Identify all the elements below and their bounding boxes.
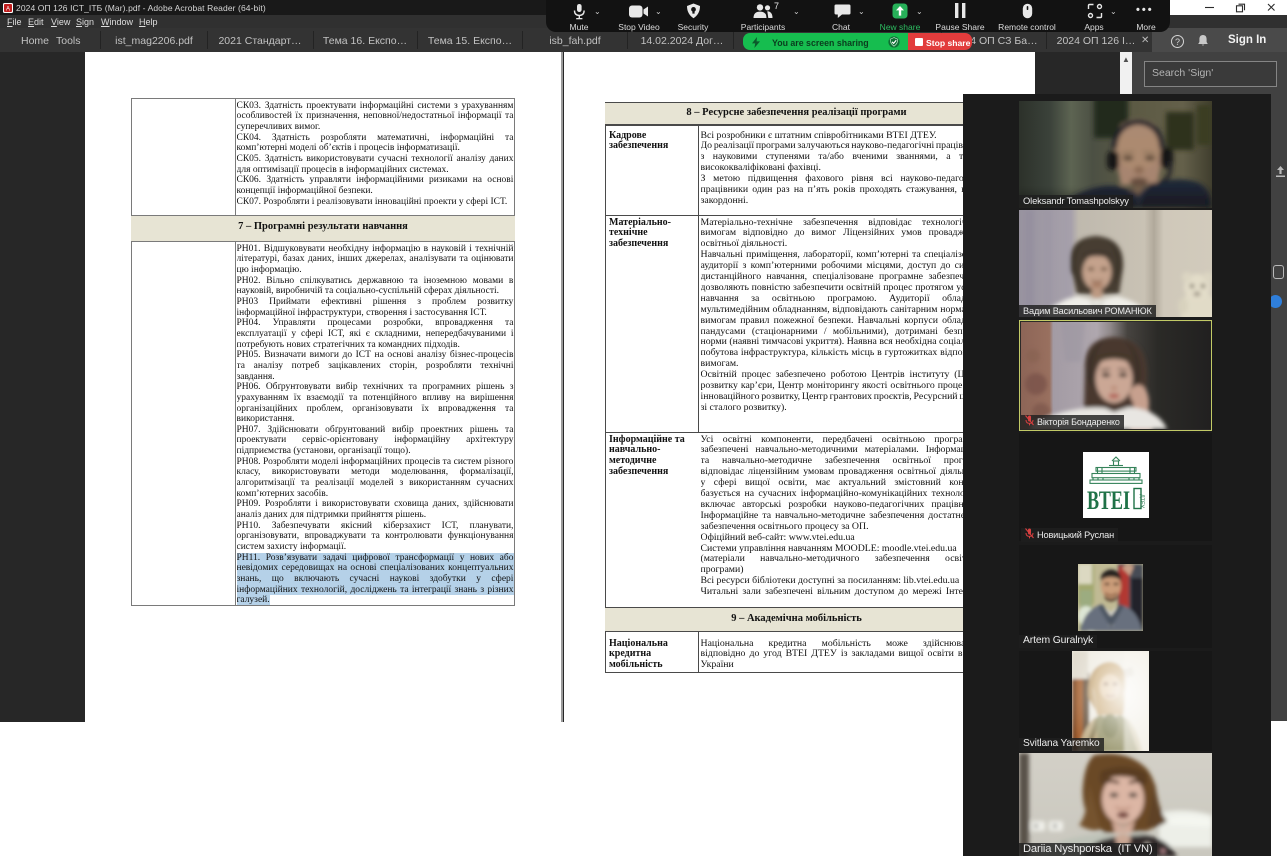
svg-text:ВТЕІ: ВТЕІ — [1087, 486, 1130, 515]
svg-text:A: A — [6, 7, 10, 13]
svg-text:ДТЕУ: ДТЕУ — [1139, 494, 1145, 509]
